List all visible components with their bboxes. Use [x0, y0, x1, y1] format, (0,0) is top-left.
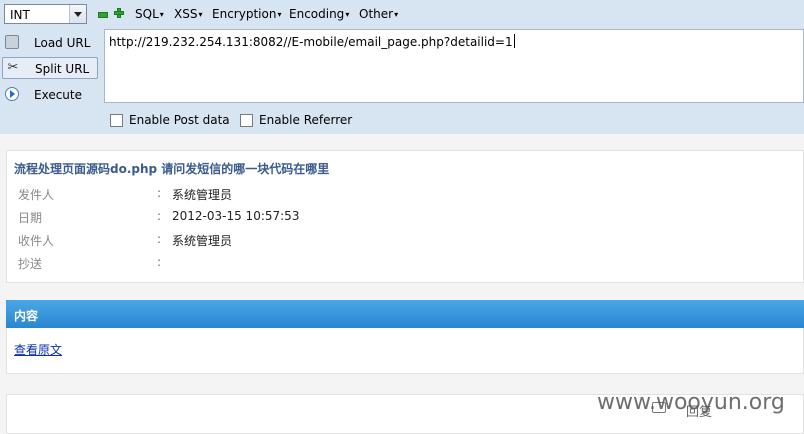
load-url-button[interactable]: Load URL — [2, 32, 98, 54]
menu-xss-label: XSS — [174, 7, 198, 21]
url-value: http://219.232.254.131:8082//E-mobile/em… — [109, 35, 513, 49]
execute-label: Execute — [34, 88, 82, 102]
checkbox-box[interactable] — [110, 114, 123, 127]
email-header-card: 流程处理页面源码do.php 请问发短信的哪一块代码在哪里 发件人 : 系统管理… — [6, 150, 804, 283]
play-icon — [5, 87, 19, 101]
field-colon: : — [157, 255, 162, 269]
menu-encoding-label: Encoding — [289, 7, 345, 21]
load-url-icon — [5, 35, 19, 49]
load-url-label: Load URL — [34, 36, 91, 50]
watermark: www.wooyun.org — [597, 390, 785, 415]
menu-encryption[interactable]: Encryption▾ — [212, 7, 281, 21]
checkbox-box[interactable] — [240, 114, 253, 127]
field-colon: : — [157, 186, 162, 200]
caret-icon: ▾ — [159, 10, 164, 19]
menu-encoding[interactable]: Encoding▾ — [289, 7, 349, 21]
field-label: 抄送 — [18, 257, 43, 271]
split-url-button[interactable]: ✂ Split URL — [2, 57, 98, 79]
view-original-link[interactable]: 查看原文 — [14, 341, 62, 358]
enable-referrer-label: Enable Referrer — [259, 113, 353, 127]
split-url-label: Split URL — [35, 62, 90, 76]
field-value: 系统管理员 — [172, 234, 233, 248]
execute-button[interactable]: Execute — [2, 84, 98, 106]
hackbar-toolbar: INT SQL▾ XSS▾ Encryption▾ Encoding▾ Othe… — [0, 0, 804, 134]
caret-icon: ▾ — [394, 10, 399, 19]
field-colon: : — [157, 232, 162, 246]
content-section-header: 内容 — [6, 300, 804, 328]
encoding-type-select[interactable]: INT — [4, 4, 87, 24]
menu-sql[interactable]: SQL▾ — [135, 7, 164, 21]
text-cursor — [513, 34, 515, 48]
caret-icon: ▾ — [277, 10, 282, 19]
menu-other[interactable]: Other▾ — [359, 7, 398, 21]
field-colon: : — [157, 209, 162, 223]
menu-sql-label: SQL — [135, 7, 159, 21]
menu-other-label: Other — [359, 7, 394, 21]
url-input[interactable]: http://219.232.254.131:8082//E-mobile/em… — [104, 29, 804, 103]
minus-icon[interactable] — [98, 12, 108, 18]
field-value: 2012-03-15 10:57:53 — [172, 209, 300, 223]
caret-icon: ▾ — [198, 10, 203, 19]
enable-post-data-label: Enable Post data — [129, 113, 230, 127]
url-text: http://219.232.254.131:8082//E-mobile/em… — [109, 34, 515, 49]
field-value: 系统管理员 — [172, 188, 233, 202]
plus-icon[interactable] — [114, 8, 124, 18]
chevron-down-icon[interactable] — [69, 5, 86, 23]
email-subject: 流程处理页面源码do.php 请问发短信的哪一块代码在哪里 — [14, 162, 330, 176]
field-label: 收件人 — [18, 234, 55, 248]
field-label: 日期 — [18, 211, 43, 225]
encoding-type-value: INT — [10, 8, 30, 22]
caret-icon: ▾ — [345, 10, 350, 19]
content-section-title: 内容 — [14, 309, 39, 323]
content-section-body: 查看原文 — [6, 328, 804, 374]
field-label: 发件人 — [18, 188, 55, 202]
scissors-icon: ✂ — [7, 60, 19, 75]
menu-encryption-label: Encryption — [212, 7, 277, 21]
menu-xss[interactable]: XSS▾ — [174, 7, 202, 21]
